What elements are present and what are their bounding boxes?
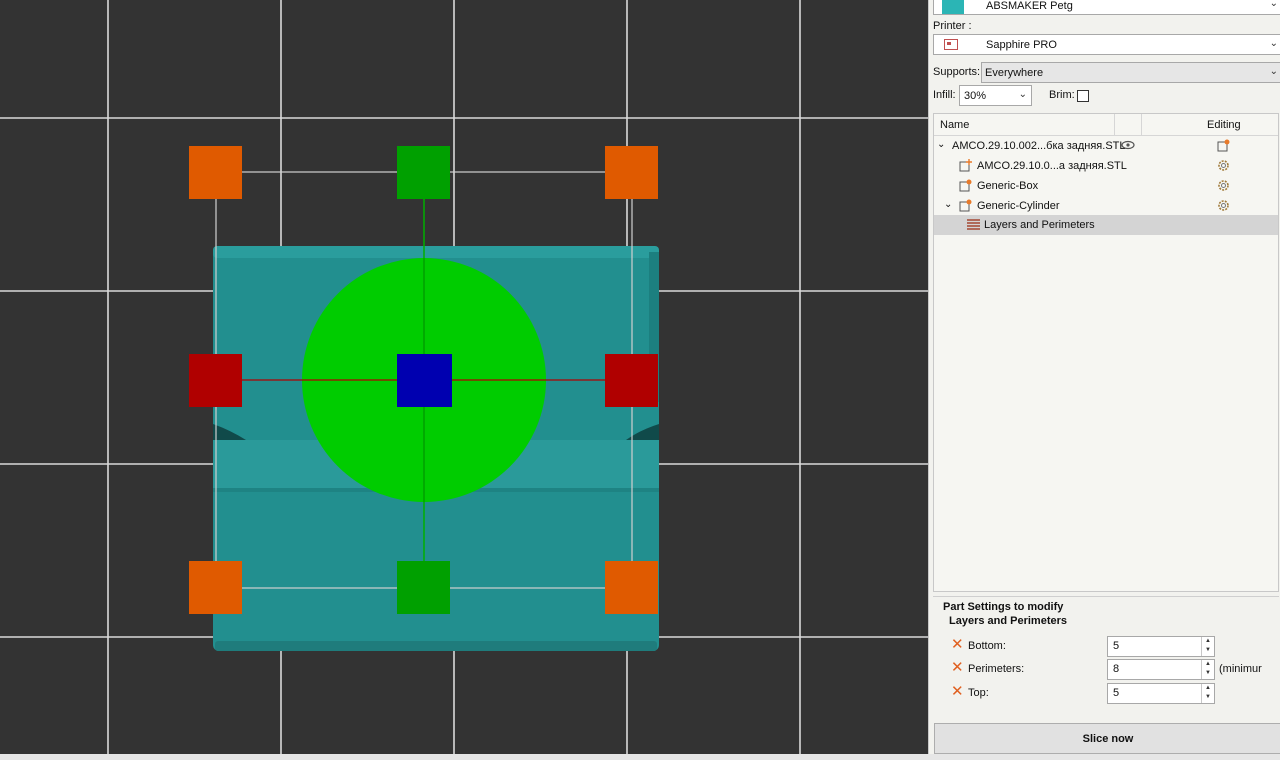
add-part-icon[interactable] [1217, 139, 1230, 155]
layers-icon [967, 219, 980, 234]
remove-setting-icon[interactable]: ✕ [951, 637, 964, 652]
supports-value: Everywhere [985, 67, 1044, 79]
part-row[interactable]: AMCO.29.10.0...а задняя.STL [934, 156, 1278, 176]
bottom-stepper[interactable]: 5 ▲ ▼ [1107, 636, 1215, 657]
object-name: AMCO.29.10.002...бка задняя.STL [952, 140, 1126, 152]
top-stepper[interactable]: 5 ▲ ▼ [1107, 683, 1215, 704]
slice-now-button[interactable]: Slice now [934, 723, 1280, 754]
top-label: Top: [968, 687, 989, 699]
perimeters-note: (minimur [1219, 663, 1262, 675]
top-value: 5 [1113, 687, 1120, 699]
scale-handle-bottom-left[interactable] [189, 561, 242, 614]
bottom-value: 5 [1113, 640, 1120, 652]
infill-label: Infill: [933, 89, 956, 101]
scale-handle-top-right[interactable] [605, 146, 658, 199]
column-editing[interactable]: Editing [1207, 119, 1241, 131]
perimeters-value: 8 [1113, 663, 1120, 675]
expanded-chevron-icon[interactable]: ⌄ [937, 139, 945, 150]
supports-label: Supports: [933, 66, 981, 78]
settings-gear-icon[interactable] [1217, 179, 1230, 195]
stepper-arrows[interactable]: ▲ ▼ [1201, 637, 1214, 656]
chevron-down-icon: ⌄ [1269, 66, 1278, 77]
part-settings-group: Part Settings to modify Layers and Perim… [933, 596, 1279, 714]
chevron-down-icon: ⌄ [1018, 89, 1027, 100]
settings-row-selected[interactable]: Layers and Perimeters [934, 215, 1278, 235]
layers-group-title: Layers and Perimeters [949, 615, 1068, 627]
expanded-chevron-icon[interactable]: ⌄ [944, 199, 952, 210]
scene-canvas[interactable] [0, 0, 928, 754]
supports-combo[interactable]: Everywhere ⌄ [981, 62, 1280, 83]
brim-checkbox[interactable] [1077, 90, 1089, 102]
settings-gear-icon[interactable] [1217, 159, 1230, 175]
object-row[interactable]: ⌄ AMCO.29.10.002...бка задняя.STL [934, 136, 1278, 156]
perimeters-stepper[interactable]: 8 ▲ ▼ [1107, 659, 1215, 680]
remove-setting-icon[interactable]: ✕ [951, 660, 964, 675]
bottom-label: Bottom: [968, 640, 1006, 652]
printer-label: Printer : [933, 20, 972, 32]
object-list-header: Name Editing [934, 114, 1278, 136]
scale-handle-left-x[interactable] [189, 354, 242, 407]
remove-setting-icon[interactable]: ✕ [951, 684, 964, 699]
modifier-row[interactable]: Generic-Box [934, 176, 1278, 196]
settings-row-label: Layers and Perimeters [984, 219, 1095, 231]
settings-gear-icon[interactable] [1217, 199, 1230, 215]
chevron-down-icon: ⌄ [1269, 38, 1278, 49]
stepper-arrows[interactable]: ▲ ▼ [1201, 684, 1214, 703]
filament-combo[interactable]: ABSMAKER Petg ⌄ [933, 0, 1280, 15]
scale-handle-top-left[interactable] [189, 146, 242, 199]
perimeters-label: Perimeters: [968, 663, 1025, 675]
eye-icon[interactable] [1121, 139, 1135, 154]
brim-label: Brim: [1049, 89, 1075, 101]
settings-panel: ABSMAKER Petg ⌄ Printer : Sapphire PRO ⌄… [928, 0, 1280, 754]
printer-icon [944, 39, 958, 50]
scale-handle-right-x[interactable] [605, 354, 658, 407]
scale-handle-bottom-right[interactable] [605, 561, 658, 614]
filament-name: ABSMAKER Petg [986, 0, 1073, 12]
modifier-row[interactable]: ⌄ Generic-Cylinder [934, 196, 1278, 216]
part-name: AMCO.29.10.0...а задняя.STL [977, 160, 1127, 172]
scale-handle-center-z[interactable] [397, 354, 452, 407]
modifier-name: Generic-Box [977, 180, 1039, 192]
part-settings-title: Part Settings to modify [943, 601, 1064, 613]
stepper-arrows[interactable]: ▲ ▼ [1201, 660, 1214, 679]
scale-handle-top-y[interactable] [397, 146, 450, 199]
scale-handle-bottom-y[interactable] [397, 561, 450, 614]
part-icon [959, 159, 972, 175]
status-strip [0, 754, 1280, 760]
infill-value: 30% [964, 90, 987, 102]
filament-swatch [942, 0, 964, 14]
printer-name: Sapphire PRO [986, 39, 1057, 51]
modifier-icon [959, 179, 972, 195]
printer-combo[interactable]: Sapphire PRO ⌄ [933, 34, 1280, 55]
modifier-icon [959, 199, 972, 215]
3d-viewport[interactable] [0, 0, 928, 754]
column-name[interactable]: Name [940, 119, 969, 131]
chevron-down-icon: ⌄ [1269, 0, 1278, 9]
infill-combo[interactable]: 30% ⌄ [959, 85, 1032, 106]
object-list: Name Editing ⌄ AMCO.29.10.002...бка задн… [933, 113, 1279, 592]
modifier-name: Generic-Cylinder [977, 200, 1060, 212]
